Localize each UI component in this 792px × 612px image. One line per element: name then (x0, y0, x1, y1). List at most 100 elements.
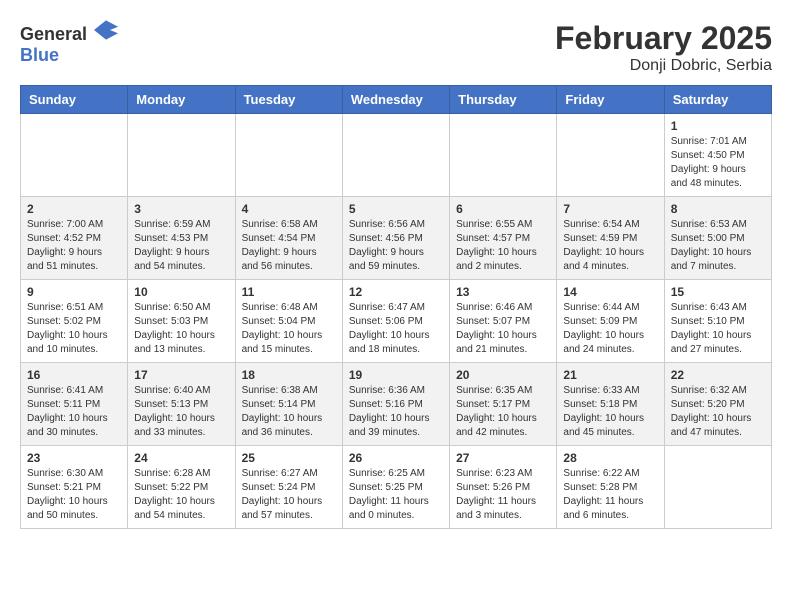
calendar-day-cell: 17Sunrise: 6:40 AM Sunset: 5:13 PM Dayli… (128, 363, 235, 446)
calendar-day-cell (557, 114, 664, 197)
calendar-day-cell: 11 Sunrise: 6:48 AM Sunset: 5:04 PM Dayli… (235, 280, 342, 363)
day-info: Sunrise: 6:28 AM Sunset: 5:22 PM Dayligh… (134, 467, 228, 523)
day-number: 14 (563, 285, 657, 299)
day-info: Sunrise: 6:54 AM Sunset: 4:59 PM Dayligh… (563, 218, 657, 274)
day-info: Sunrise: 6:43 AM Sunset: 5:10 PM Dayligh… (671, 301, 765, 357)
day-number: 7 (563, 202, 657, 216)
calendar-week-2: 2 Sunrise: 7:00 AM Sunset: 4:52 PM Daylig… (21, 197, 772, 280)
calendar-day-cell: 4Sunrise: 6:58 AM Sunset: 4:54 PM Daylig… (235, 197, 342, 280)
day-info: Sunrise: 6:35 AM Sunset: 5:17 PM Dayligh… (456, 384, 550, 440)
day-info: Sunrise: 6:32 AM Sunset: 5:20 PM Dayligh… (671, 384, 765, 440)
calendar-day-cell (21, 114, 128, 197)
day-header-thursday: Thursday (450, 86, 557, 114)
day-info: Sunrise: 7:01 AM Sunset: 4:50 PM Dayligh… (671, 135, 765, 191)
day-number: 28 (563, 451, 657, 465)
day-header-wednesday: Wednesday (342, 86, 449, 114)
day-number: 6 (456, 202, 550, 216)
logo-text: General Blue (20, 20, 118, 66)
day-number: 16 (27, 368, 121, 382)
day-info: Sunrise: 7:00 AM Sunset: 4:52 PM Dayligh… (27, 218, 121, 274)
calendar-day-cell: 8 Sunrise: 6:53 AM Sunset: 5:00 PM Daylig… (664, 197, 771, 280)
day-info: Sunrise: 6:59 AM Sunset: 4:53 PM Dayligh… (134, 218, 228, 274)
day-info: Sunrise: 6:27 AM Sunset: 5:24 PM Dayligh… (242, 467, 336, 523)
calendar-day-cell: 20 Sunrise: 6:35 AM Sunset: 5:17 PM Dayli… (450, 363, 557, 446)
day-number: 15 (671, 285, 765, 299)
calendar-day-cell: 22 Sunrise: 6:32 AM Sunset: 5:20 PM Dayli… (664, 363, 771, 446)
day-info: Sunrise: 6:40 AM Sunset: 5:13 PM Dayligh… (134, 384, 228, 440)
day-number: 9 (27, 285, 121, 299)
calendar-day-cell: 9 Sunrise: 6:51 AM Sunset: 5:02 PM Daylig… (21, 280, 128, 363)
day-info: Sunrise: 6:46 AM Sunset: 5:07 PM Dayligh… (456, 301, 550, 357)
day-number: 18 (242, 368, 336, 382)
calendar-day-cell: 14Sunrise: 6:44 AM Sunset: 5:09 PM Dayli… (557, 280, 664, 363)
calendar-day-cell: 26Sunrise: 6:25 AM Sunset: 5:25 PM Dayli… (342, 446, 449, 529)
day-info: Sunrise: 6:30 AM Sunset: 5:21 PM Dayligh… (27, 467, 121, 523)
day-header-tuesday: Tuesday (235, 86, 342, 114)
day-number: 12 (349, 285, 443, 299)
calendar-day-cell: 15 Sunrise: 6:43 AM Sunset: 5:10 PM Dayli… (664, 280, 771, 363)
day-number: 2 (27, 202, 121, 216)
calendar-table: SundayMondayTuesdayWednesdayThursdayFrid… (20, 85, 772, 529)
day-info: Sunrise: 6:47 AM Sunset: 5:06 PM Dayligh… (349, 301, 443, 357)
day-number: 23 (27, 451, 121, 465)
calendar-day-cell: 28 Sunrise: 6:22 AM Sunset: 5:28 PM Dayli… (557, 446, 664, 529)
day-info: Sunrise: 6:55 AM Sunset: 4:57 PM Dayligh… (456, 218, 550, 274)
calendar-day-cell (235, 114, 342, 197)
day-header-friday: Friday (557, 86, 664, 114)
day-number: 8 (671, 202, 765, 216)
calendar-title: February 2025 (555, 20, 772, 57)
day-info: Sunrise: 6:53 AM Sunset: 5:00 PM Dayligh… (671, 218, 765, 274)
day-info: Sunrise: 6:23 AM Sunset: 5:26 PM Dayligh… (456, 467, 550, 523)
title-block: February 2025 Donji Dobric, Serbia (555, 20, 772, 75)
day-number: 21 (563, 368, 657, 382)
day-number: 19 (349, 368, 443, 382)
day-number: 3 (134, 202, 228, 216)
calendar-day-cell: 6 Sunrise: 6:55 AM Sunset: 4:57 PM Daylig… (450, 197, 557, 280)
day-number: 11 (242, 285, 336, 299)
day-number: 26 (349, 451, 443, 465)
calendar-day-cell (128, 114, 235, 197)
calendar-day-cell: 23 Sunrise: 6:30 AM Sunset: 5:21 PM Dayli… (21, 446, 128, 529)
calendar-day-cell: 19 Sunrise: 6:36 AM Sunset: 5:16 PM Dayli… (342, 363, 449, 446)
day-number: 25 (242, 451, 336, 465)
calendar-day-cell (342, 114, 449, 197)
day-info: Sunrise: 6:36 AM Sunset: 5:16 PM Dayligh… (349, 384, 443, 440)
day-number: 1 (671, 119, 765, 133)
day-info: Sunrise: 6:22 AM Sunset: 5:28 PM Dayligh… (563, 467, 657, 523)
calendar-day-cell (664, 446, 771, 529)
calendar-day-cell: 10 Sunrise: 6:50 AM Sunset: 5:03 PM Dayli… (128, 280, 235, 363)
calendar-week-1: 1 Sunrise: 7:01 AM Sunset: 4:50 PM Daylig… (21, 114, 772, 197)
day-info: Sunrise: 6:51 AM Sunset: 5:02 PM Dayligh… (27, 301, 121, 357)
calendar-week-4: 16Sunrise: 6:41 AM Sunset: 5:11 PM Dayli… (21, 363, 772, 446)
day-number: 13 (456, 285, 550, 299)
day-number: 27 (456, 451, 550, 465)
calendar-day-cell (450, 114, 557, 197)
calendar-day-cell: 3 Sunrise: 6:59 AM Sunset: 4:53 PM Daylig… (128, 197, 235, 280)
calendar-day-cell: 5 Sunrise: 6:56 AM Sunset: 4:56 PM Daylig… (342, 197, 449, 280)
calendar-day-cell: 21 Sunrise: 6:33 AM Sunset: 5:18 PM Dayli… (557, 363, 664, 446)
calendar-day-cell: 1 Sunrise: 7:01 AM Sunset: 4:50 PM Daylig… (664, 114, 771, 197)
calendar-week-5: 23 Sunrise: 6:30 AM Sunset: 5:21 PM Dayli… (21, 446, 772, 529)
calendar-day-cell: 18 Sunrise: 6:38 AM Sunset: 5:14 PM Dayli… (235, 363, 342, 446)
day-info: Sunrise: 6:38 AM Sunset: 5:14 PM Dayligh… (242, 384, 336, 440)
day-header-saturday: Saturday (664, 86, 771, 114)
calendar-day-cell: 27 Sunrise: 6:23 AM Sunset: 5:26 PM Dayli… (450, 446, 557, 529)
calendar-day-cell: 13 Sunrise: 6:46 AM Sunset: 5:07 PM Dayli… (450, 280, 557, 363)
day-number: 5 (349, 202, 443, 216)
day-info: Sunrise: 6:50 AM Sunset: 5:03 PM Dayligh… (134, 301, 228, 357)
day-number: 4 (242, 202, 336, 216)
day-info: Sunrise: 6:56 AM Sunset: 4:56 PM Dayligh… (349, 218, 443, 274)
calendar-day-cell: 24Sunrise: 6:28 AM Sunset: 5:22 PM Dayli… (128, 446, 235, 529)
calendar-day-cell: 7 Sunrise: 6:54 AM Sunset: 4:59 PM Daylig… (557, 197, 664, 280)
logo-bird-icon (94, 20, 118, 40)
day-number: 22 (671, 368, 765, 382)
page-header: General Blue February 2025 Donji Dobric,… (20, 20, 772, 75)
logo-general: General (20, 24, 87, 44)
day-number: 20 (456, 368, 550, 382)
day-number: 10 (134, 285, 228, 299)
calendar-day-cell: 25 Sunrise: 6:27 AM Sunset: 5:24 PM Dayli… (235, 446, 342, 529)
day-info: Sunrise: 6:33 AM Sunset: 5:18 PM Dayligh… (563, 384, 657, 440)
calendar-week-3: 9 Sunrise: 6:51 AM Sunset: 5:02 PM Daylig… (21, 280, 772, 363)
day-info: Sunrise: 6:48 AM Sunset: 5:04 PM Dayligh… (242, 301, 336, 357)
calendar-subtitle: Donji Dobric, Serbia (555, 57, 772, 75)
